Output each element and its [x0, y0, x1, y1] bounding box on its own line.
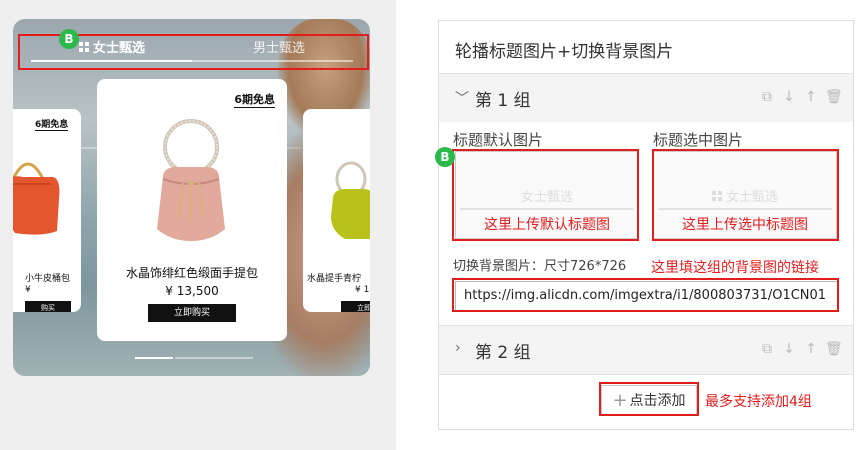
badge-b-panel: B: [435, 147, 455, 167]
divider: [439, 374, 853, 375]
default-image-highlight: [452, 149, 639, 241]
group-1-header[interactable]: ﹀ 第 1 组 ⧉ ↓ ↑ 🗑: [439, 74, 853, 122]
group-tools: ⧉ ↓ ↑ 🗑: [759, 89, 843, 105]
bg-image-label: 切换背景图片：尺寸726*726: [453, 259, 627, 274]
panel-title: 轮播标题图片+切换背景图片: [455, 42, 674, 62]
bg-url-note: 这里填这组的背景图的链接: [651, 260, 819, 276]
bg-url-highlight: [452, 278, 839, 312]
add-button-highlight: [599, 382, 699, 416]
product-price: ¥ 1: [355, 285, 370, 295]
group-2-header[interactable]: › 第 2 组 ⧉ ↓ ↑ 🗑: [439, 326, 853, 374]
trash-icon[interactable]: 🗑: [825, 89, 843, 105]
product-card-right[interactable]: 水晶提手青柠 ¥ 1 立即: [303, 109, 370, 312]
carousel-dot-active[interactable]: [135, 357, 173, 359]
group-2-label: 第 2 组: [475, 343, 531, 363]
trash-icon[interactable]: 🗑: [825, 341, 843, 357]
add-limit-note: 最多支持添加4组: [705, 394, 812, 410]
installment-tag: 6期免息: [234, 93, 275, 108]
move-down-icon[interactable]: ↓: [781, 341, 797, 357]
product-price: ¥ 13,500: [165, 284, 219, 298]
buy-button[interactable]: 立即: [341, 301, 370, 312]
pink-bag-image: [157, 119, 225, 241]
group-tools: ⧉ ↓ ↑ 🗑: [759, 341, 843, 357]
product-name: 水晶饰绯红色缎面手提包: [125, 266, 258, 280]
copy-icon[interactable]: ⧉: [759, 89, 775, 105]
move-down-icon[interactable]: ↓: [781, 89, 797, 105]
product-name: 水晶提手青柠: [307, 274, 362, 284]
move-up-icon[interactable]: ↑: [803, 89, 819, 105]
move-up-icon[interactable]: ↑: [803, 341, 819, 357]
carousel-preview: 女士甄选 男士甄选 6期免息 小牛皮桶包 ¥ 购买 6期免息 水晶饰绯红色缎面手…: [13, 19, 370, 376]
lime-bag-image: [331, 161, 370, 239]
selected-image-highlight: [652, 149, 839, 241]
product-name: 小牛皮桶包: [25, 274, 71, 284]
orange-bag-image: [13, 162, 60, 235]
group-1-label: 第 1 组: [475, 91, 531, 111]
badge-b-preview: B: [59, 29, 79, 49]
carousel-dot[interactable]: [175, 357, 253, 359]
buy-button[interactable]: 购买: [25, 301, 71, 312]
chevron-down-icon[interactable]: ﹀: [455, 88, 469, 108]
copy-icon[interactable]: ⧉: [759, 341, 775, 357]
installment-tag: 6期免息: [35, 117, 69, 131]
product-price: ¥: [25, 285, 31, 295]
default-image-label: 标题默认图片: [453, 131, 544, 149]
product-card-main[interactable]: 6期免息 水晶饰绯红色缎面手提包 ¥ 13,500 立即购买: [97, 79, 287, 341]
selected-image-label: 标题选中图片: [653, 131, 744, 149]
buy-now-button[interactable]: 立即购买: [148, 304, 236, 322]
chevron-right-icon[interactable]: ›: [455, 340, 461, 356]
product-card-left[interactable]: 6期免息 小牛皮桶包 ¥ 购买: [13, 109, 81, 312]
